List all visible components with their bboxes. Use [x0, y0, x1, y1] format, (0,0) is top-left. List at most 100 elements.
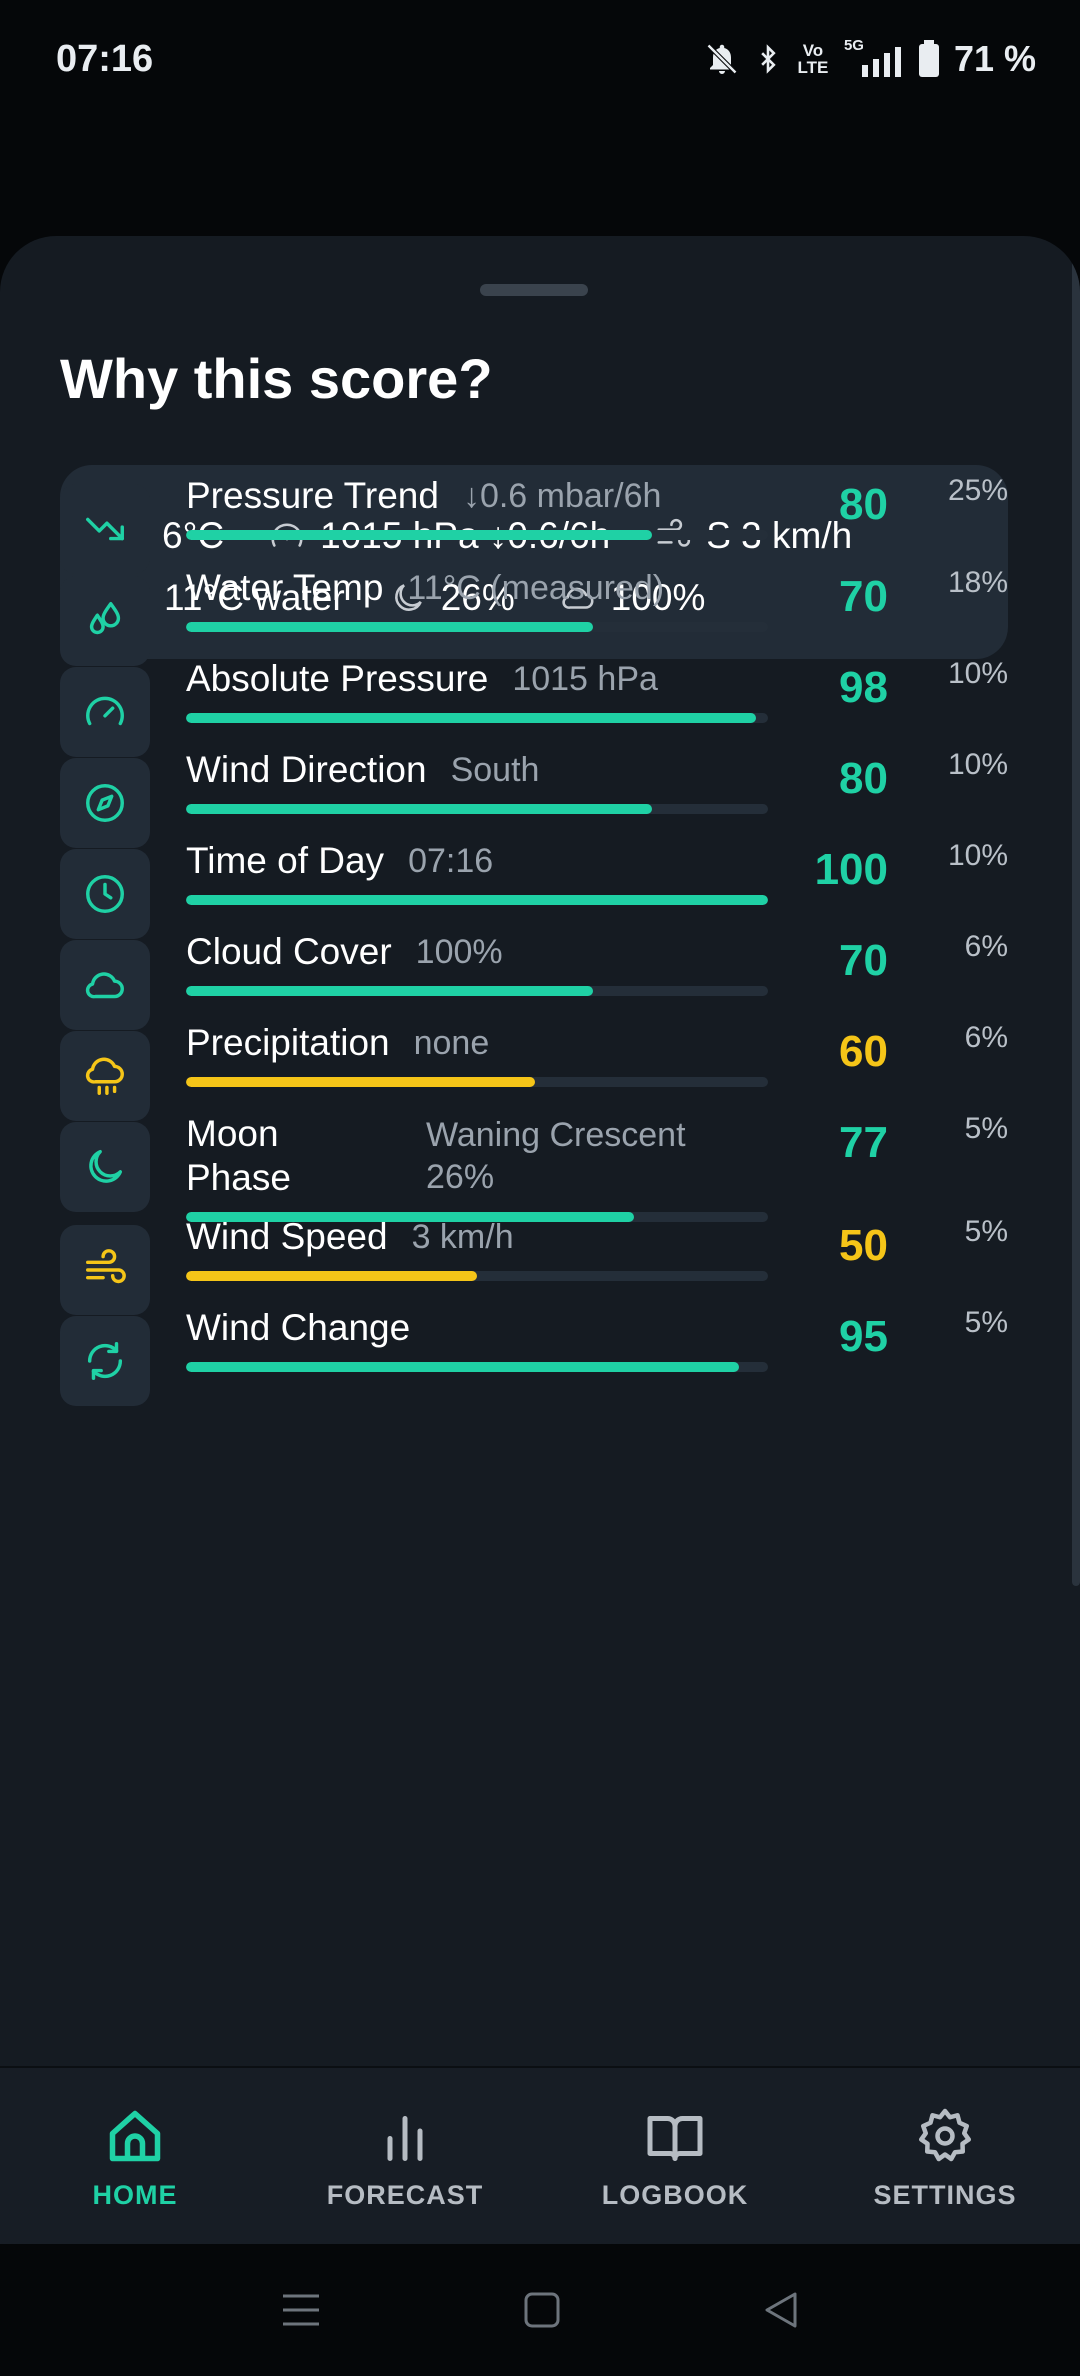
factor-name: Absolute Pressure: [186, 658, 489, 699]
factor-score-bar: [186, 1077, 768, 1087]
factor-icon-box: [60, 758, 150, 848]
system-navigation-bar: [0, 2244, 1080, 2376]
factor-name: Wind Speed: [186, 1216, 388, 1257]
drag-handle[interactable]: [480, 284, 588, 296]
factor-weight: 6%: [964, 1021, 1008, 1054]
gear-icon: [919, 2108, 971, 2162]
moon-icon: [89, 1149, 123, 1183]
factor-header: Time of Day 07:16: [186, 839, 766, 883]
factor-icon-box: [60, 1316, 150, 1406]
factor-name: Precipitation: [186, 1022, 390, 1063]
water-drops-icon: [89, 602, 121, 635]
factor-score-fill: [186, 1077, 536, 1087]
factor-icon-box: [60, 484, 150, 574]
factor-score: 100: [814, 845, 888, 894]
factor-icon-box: [60, 1031, 150, 1121]
factor-weight: 25%: [947, 474, 1008, 507]
factor-header: Precipitation none: [186, 1021, 766, 1065]
factor-score-fill: [186, 986, 594, 996]
battery-level: 71 %: [953, 38, 1036, 79]
bar-chart-icon: [387, 2116, 423, 2161]
factor-score-fill: [186, 895, 768, 905]
factor-score-fill: [186, 804, 652, 814]
factor-header: Wind Direction South: [186, 748, 766, 792]
factor-name: Wind Change: [186, 1307, 411, 1348]
factor-score: 50: [839, 1221, 888, 1270]
factor-row[interactable]: Wind Change 95 5%: [0, 1306, 1080, 1426]
factor-score-fill: [186, 622, 594, 632]
factor-detail: South: [450, 751, 540, 789]
factor-row[interactable]: Moon Phase Waning Crescent 26% 77 5%: [0, 1112, 1080, 1232]
factor-detail: 100%: [415, 933, 503, 971]
factor-name: Moon Phase: [186, 1113, 291, 1198]
factor-detail: 3 km/h: [411, 1218, 514, 1256]
gauge-icon: [86, 696, 124, 726]
nav-logbook[interactable]: LOGBOOK: [540, 2068, 810, 2244]
status-bar: 07:16 Vo LTE 5G 71 %: [0, 0, 1080, 118]
score-breakdown-sheet[interactable]: Why this score? 6°C 1015 hPa ↓0.6/6h S 3…: [0, 236, 1080, 2066]
book-icon: [647, 2116, 703, 2161]
factor-detail: none: [413, 1024, 490, 1062]
factor-score-fill: [186, 1362, 739, 1372]
factor-score: 98: [839, 663, 888, 712]
factor-score: 80: [839, 754, 888, 803]
factor-score-bar: [186, 804, 768, 814]
nav-forecast[interactable]: FORECAST: [270, 2068, 540, 2244]
factor-header: Pressure Trend ↓0.6 mbar/6h: [186, 474, 766, 518]
factor-icon-box: [60, 940, 150, 1030]
cloud-icon: [85, 972, 124, 999]
factor-icon-box: [60, 1225, 150, 1315]
factor-weight: 5%: [964, 1306, 1008, 1339]
factor-header: Moon Phase Waning Crescent 26%: [186, 1112, 766, 1200]
factor-weight: 10%: [947, 657, 1008, 690]
nav-home[interactable]: HOME: [0, 2068, 270, 2244]
factor-weight: 5%: [964, 1215, 1008, 1248]
factor-score-fill: [186, 713, 757, 723]
factor-score: 60: [839, 1027, 888, 1076]
factor-name: Water Temp: [186, 567, 384, 608]
status-time: 07:16: [56, 37, 154, 80]
wind-icon: [86, 1249, 126, 1284]
factor-score-bar: [186, 895, 768, 905]
factor-name: Time of Day: [186, 840, 385, 881]
factor-detail: 11°C (measured): [407, 569, 665, 607]
bottom-navigation: HOME FORECAST LOGBOOK SETTINGS: [0, 2066, 1080, 2244]
factor-weight: 6%: [964, 930, 1008, 963]
volte-indicator: Vo LTE: [797, 41, 829, 77]
sheet-title: Why this score?: [60, 347, 493, 410]
factor-weight: 18%: [947, 566, 1008, 599]
refresh-icon: [87, 1342, 123, 1380]
cloud-rain-icon: [85, 1057, 124, 1095]
back-icon[interactable]: [761, 2290, 801, 2330]
factor-name: Pressure Trend: [186, 475, 439, 516]
factor-header: Water Temp 11°C (measured): [186, 566, 766, 610]
factor-detail: 1015 hPa: [512, 660, 658, 698]
factor-score: 70: [839, 936, 888, 985]
compass-icon: [86, 784, 124, 822]
factor-score-fill: [186, 1271, 477, 1281]
factor-score: 77: [839, 1118, 888, 1167]
factor-score-bar: [186, 622, 768, 632]
factor-icon-box: [60, 576, 150, 666]
factor-score: 70: [839, 572, 888, 621]
factor-header: Wind Change: [186, 1306, 766, 1350]
factor-weight: 10%: [947, 839, 1008, 872]
factor-score: 80: [839, 480, 888, 529]
factor-score-bar: [186, 713, 768, 723]
factor-score: 95: [839, 1312, 888, 1361]
factor-detail: ↓0.6 mbar/6h: [462, 477, 662, 515]
factor-name: Wind Direction: [186, 749, 427, 790]
factor-score-bar: [186, 1362, 768, 1372]
menu-icon[interactable]: [279, 2290, 323, 2330]
factor-header: Absolute Pressure 1015 hPa: [186, 657, 766, 701]
factor-header: Cloud Cover 100%: [186, 930, 766, 974]
home-square-icon[interactable]: [523, 2291, 561, 2329]
factor-icon-box: [60, 1122, 150, 1212]
factor-header: Wind Speed 3 km/h: [186, 1215, 766, 1259]
home-icon: [109, 2110, 161, 2162]
nav-settings[interactable]: SETTINGS: [810, 2068, 1080, 2244]
signal-icon: 5G: [844, 37, 904, 77]
bell-off-icon: [706, 43, 738, 75]
factor-weight: 5%: [964, 1112, 1008, 1145]
factor-score-bar: [186, 1271, 768, 1281]
